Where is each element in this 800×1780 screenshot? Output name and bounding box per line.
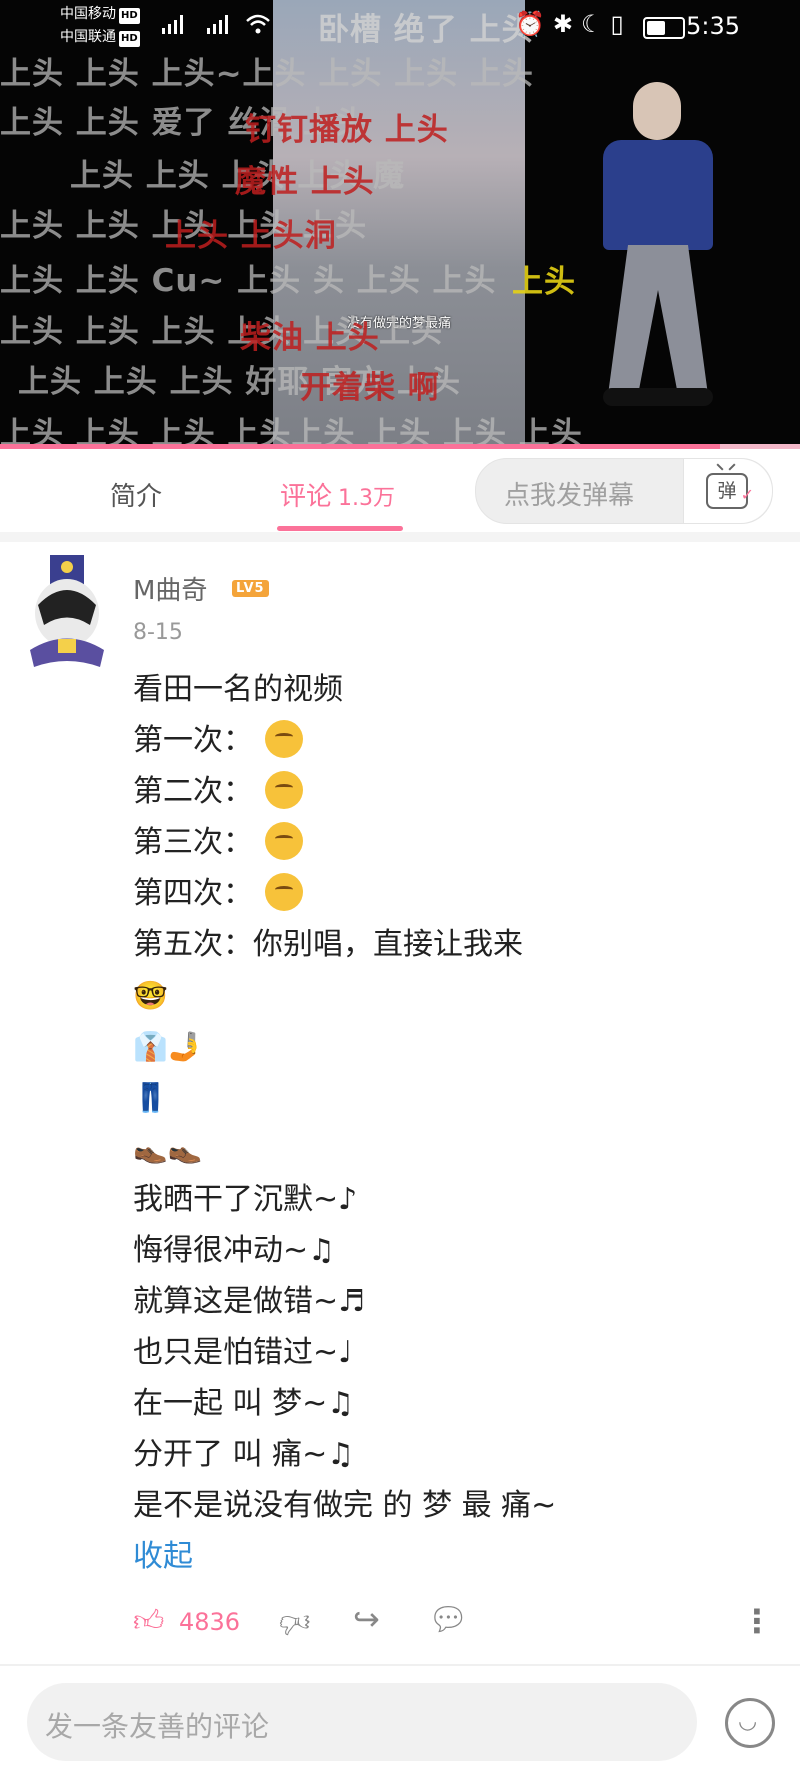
danmaku-red: 柴油 上头 [240, 320, 380, 356]
signal-icon [207, 15, 228, 34]
danmaku-row: 上头 上头 上头~上头 上头 上头 上头 [0, 56, 534, 92]
carrier-1: 中国移动 HD [60, 6, 140, 24]
comment-line: 就算这是做错~♬ [133, 1284, 366, 1319]
tab-comments-count: 1.3万 [338, 486, 396, 511]
level-badge: LV5 [232, 580, 269, 597]
comment-line: 第二次： [133, 766, 773, 817]
duck-face-emoji-icon [265, 822, 303, 860]
thumbs-up-icon[interactable]: 👍︎ [133, 1604, 164, 1640]
comment-line: 第一次： [133, 715, 773, 766]
danmaku-red: 钉钉播放 上头 [245, 112, 449, 148]
unamused-emoji-icon [265, 771, 303, 809]
shirt-selfie-emoji-icon: 👔🤳 [133, 1030, 203, 1063]
section-divider [0, 532, 800, 542]
comment-line: 第三次： [133, 817, 773, 868]
comment-date: 8-15 [133, 620, 183, 645]
danmaku-row: 上头 上头 Cu~ 上头 头 上头 上头 [0, 263, 497, 299]
danmaku-row: 上头 上头 上头 上头上头 上头 上头 上头 [0, 416, 583, 447]
share-icon[interactable]: ↪ [353, 1600, 380, 1638]
danmaku-tv-icon: 弹 ✓ [706, 473, 754, 509]
comment-username[interactable]: M曲奇 [133, 570, 207, 607]
video-progress-fill [0, 444, 720, 449]
danmaku-input[interactable]: 点我发弹幕 弹 ✓ [475, 458, 773, 524]
signal-icon [162, 15, 183, 34]
shoes-emoji-icon: 👞👞 [133, 1132, 203, 1165]
status-icons: ⏰✱☾▯ [515, 10, 632, 38]
jeans-emoji-icon: 👖 [133, 1081, 168, 1114]
comment-line: 是不是说没有做完 的 梦 最 痛~ [133, 1488, 557, 1523]
carrier-2: 中国联通 HD [60, 29, 140, 47]
comment-input[interactable]: 发一条友善的评论 [27, 1683, 697, 1761]
emoji-icon[interactable] [725, 1698, 775, 1748]
status-bar: 中国移动 HD 中国联通 HD ⏰✱☾▯ 5:35 [0, 0, 800, 52]
comment-line: 在一起 叫 梦~♫ [133, 1386, 355, 1421]
person-head [633, 82, 681, 140]
collapse-link[interactable]: 收起 [133, 1531, 773, 1582]
nerd-face-emoji-icon: 🤓 [133, 979, 168, 1012]
comment-line: 第四次： [133, 868, 773, 919]
comment-line: 也只是怕错过~♩ [133, 1335, 353, 1370]
person-legs [608, 245, 708, 395]
comment-line: 第五次：你别唱，直接让我来 [133, 927, 523, 962]
comment-line: 看田一名的视频 [133, 672, 343, 707]
clock: 5:35 [686, 12, 740, 40]
like-count: 4836 [179, 1608, 241, 1636]
comment-input-placeholder: 发一条友善的评论 [45, 1710, 270, 1743]
danmaku-red: 魔性 上头 [235, 164, 375, 200]
wifi-icon [246, 14, 270, 34]
battery-icon [643, 17, 685, 39]
danmaku-red: 开着柴 啊 [300, 370, 440, 406]
comment-line: 分开了 叫 痛~♫ [133, 1437, 355, 1472]
danmaku-yellow: 上头 [512, 264, 576, 300]
comment-actions: 👍︎ 4836 👍︎ ↪ 💬︎ ⋮ [133, 1598, 773, 1646]
more-icon[interactable]: ⋮ [741, 1602, 773, 1640]
tab-intro[interactable]: 简介 [110, 476, 162, 513]
cover-face-emoji-icon [265, 873, 303, 911]
video-progress-bar[interactable] [0, 444, 800, 449]
comment-compose-bar: 发一条友善的评论 [0, 1664, 800, 1780]
danmaku-toggle-button[interactable]: 弹 ✓ [683, 459, 772, 523]
sneer-emoji-icon [265, 720, 303, 758]
person-suit [603, 140, 713, 250]
thumbs-down-icon[interactable]: 👍︎ [279, 1604, 310, 1640]
tab-comments-label: 评论 [280, 482, 333, 512]
comment-line: 悔得很冲动~♫ [133, 1233, 336, 1268]
danmaku-placeholder: 点我发弹幕 [504, 481, 635, 511]
reply-icon[interactable]: 💬︎ [428, 1600, 469, 1638]
video-player[interactable]: 没有做完的梦最痛 上头 上头 上头~上头 上头 上头 上头 上头 上头 爱了 丝… [0, 0, 800, 447]
comment-line: 我晒干了沉默~♪ [133, 1182, 358, 1217]
comment-text: 看田一名的视频 第一次： 第二次： 第三次： 第四次： 第五次：你别唱，直接让我… [133, 664, 773, 1582]
person-shoes [603, 388, 713, 406]
tab-comments[interactable]: 评论 1.3万 [280, 476, 395, 513]
tab-active-indicator [277, 526, 403, 531]
avatar[interactable] [20, 555, 112, 675]
danmaku-red: 上头 上头洞 [165, 218, 337, 254]
